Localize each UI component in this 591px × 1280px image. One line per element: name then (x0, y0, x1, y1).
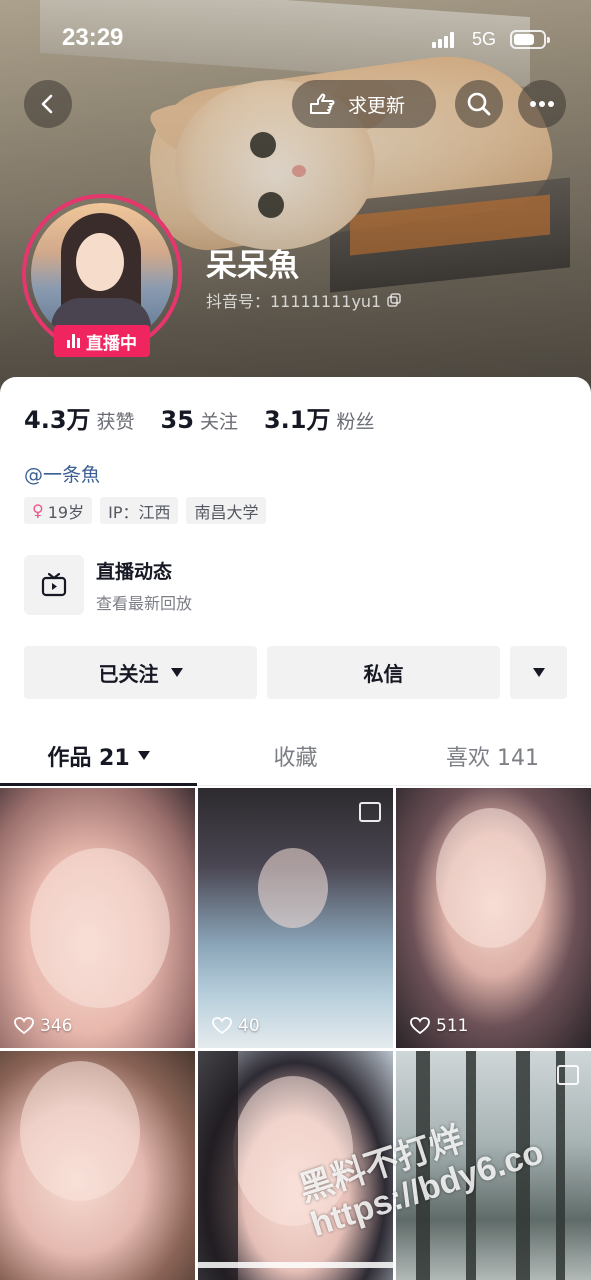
more-dots-icon (530, 101, 554, 107)
stat-following-label: 关注 (199, 411, 238, 433)
avatar-face (76, 233, 124, 291)
works-grid: 346 40 511 (0, 788, 591, 1280)
search-button[interactable] (455, 80, 503, 128)
video-likes-count: 511 (436, 1016, 469, 1036)
tab-likes[interactable]: 喜欢 141 (394, 726, 591, 785)
video-likes: 346 (14, 1016, 72, 1036)
stat-followers[interactable]: 3.1万 粉丝 (264, 400, 375, 435)
heart-icon (212, 1017, 232, 1035)
tag-age-text: 19岁 (47, 502, 85, 522)
caret-down-icon (137, 751, 150, 760)
followed-label: 已关注 (98, 662, 159, 686)
more-actions-button[interactable] (510, 646, 567, 699)
copy-icon (387, 293, 401, 307)
stats-row: 4.3万 获赞 35 关注 3.1万 粉丝 (24, 400, 374, 435)
video-thumbnail[interactable]: 346 (0, 788, 195, 1048)
tag-age: ♀ 19岁 (24, 497, 93, 524)
tv-icon (24, 555, 84, 615)
video-likes-count: 346 (40, 1016, 73, 1036)
battery-icon (510, 30, 550, 49)
mention-link[interactable]: @一条魚 (24, 460, 100, 487)
tag-ip: IP：江西 (100, 497, 179, 524)
tab-works-label: 作品 21 (47, 745, 130, 771)
photo-thumbnail[interactable]: 40 (198, 788, 393, 1048)
signal-icon (432, 32, 456, 48)
tab-likes-label: 喜欢 141 (446, 745, 539, 771)
heart-icon (410, 1017, 430, 1035)
stat-followers-num: 3.1万 (263, 406, 331, 434)
photo-set-icon (557, 1065, 579, 1085)
stat-likes-num: 4.3万 (24, 406, 91, 434)
tag-school-text: 南昌大学 (194, 502, 259, 522)
message-label: 私信 (363, 662, 404, 686)
live-dynamic-entry[interactable]: 直播动态 查看最新回放 (24, 555, 192, 615)
thumb-hair (198, 1051, 238, 1280)
douyin-id-text: 抖音号：11111111yu1 (206, 292, 382, 311)
request-update-label: 求更新 (348, 94, 406, 117)
stat-following[interactable]: 35 关注 (161, 406, 238, 434)
live-bars-icon (67, 334, 80, 348)
thumb-face (436, 808, 546, 948)
live-dynamic-text: 直播动态 查看最新回放 (96, 557, 192, 614)
live-dynamic-title: 直播动态 (96, 560, 173, 583)
message-button[interactable]: 私信 (267, 646, 500, 699)
stat-likes-label: 获赞 (96, 411, 135, 433)
stat-following-num: 35 (160, 406, 194, 434)
profile-tags: ♀ 19岁 IP：江西 南昌大学 (24, 497, 267, 524)
request-update-button[interactable]: 求更新 (292, 80, 436, 128)
content-tabs: 作品 21 收藏 喜欢 141 (0, 726, 591, 786)
live-badge[interactable]: 直播中 (54, 325, 150, 357)
back-button[interactable] (24, 80, 72, 128)
tab-collect-label: 收藏 (273, 745, 318, 771)
stat-likes[interactable]: 4.3万 获赞 (24, 400, 135, 435)
network-type: 5G (472, 29, 497, 49)
tab-collect[interactable]: 收藏 (197, 726, 394, 785)
video-thumbnail[interactable] (0, 1051, 195, 1280)
action-buttons: 已关注 私信 (24, 646, 567, 699)
chevron-left-icon (41, 94, 53, 114)
heart-icon (14, 1017, 34, 1035)
tag-school[interactable]: 南昌大学 (186, 497, 267, 524)
live-badge-label: 直播中 (86, 333, 137, 354)
thumb-face (30, 848, 170, 1008)
tag-ip-text: IP：江西 (108, 502, 171, 522)
douyin-id[interactable]: 抖音号：11111111yu1 (206, 288, 401, 312)
followed-button[interactable]: 已关注 (24, 646, 257, 699)
caret-down-icon (532, 668, 545, 677)
thumb-face (258, 848, 328, 928)
video-thumbnail[interactable]: 511 (396, 788, 591, 1048)
video-likes: 511 (410, 1016, 468, 1036)
search-icon (467, 92, 491, 116)
photo-set-icon (359, 802, 381, 822)
caret-down-icon (170, 668, 183, 677)
live-dynamic-subtitle: 查看最新回放 (96, 593, 193, 613)
status-time: 23:29 (62, 24, 124, 51)
stat-followers-label: 粉丝 (336, 411, 375, 433)
pointing-hand-icon (310, 93, 335, 114)
more-button[interactable] (518, 80, 566, 128)
video-likes-count: 40 (238, 1016, 260, 1036)
status-bar: 23:29 5G (0, 0, 591, 80)
nickname: 呆呆魚 (206, 248, 299, 284)
female-icon: ♀ (32, 501, 44, 520)
video-likes: 40 (212, 1016, 260, 1036)
home-indicator (196, 1262, 396, 1268)
tab-works[interactable]: 作品 21 (0, 726, 197, 786)
avatar-image (31, 203, 173, 345)
thumb-face (20, 1061, 140, 1201)
